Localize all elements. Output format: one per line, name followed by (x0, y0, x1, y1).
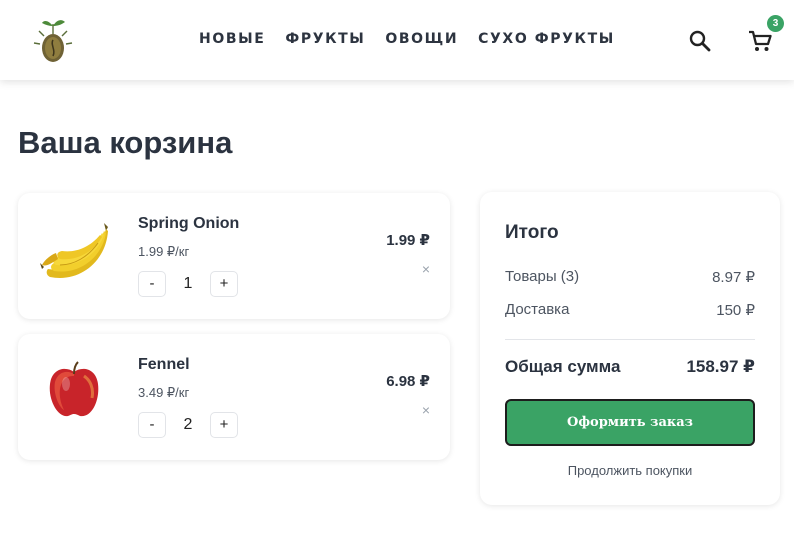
delivery-row: Доставка 150 ₽ (505, 301, 755, 319)
goods-label: Товары (3) (505, 268, 580, 285)
main-nav: НОВЫЕ ФРУКТЫ ОВОЩИ СУХО ФРУКТЫ (199, 31, 615, 47)
summary-divider (505, 339, 755, 340)
cart-icon[interactable] (747, 28, 773, 54)
cart-item: Fennel 3.49 ₽/кг - 2 + 6.98 ₽ × (18, 334, 450, 460)
remove-item-icon[interactable]: × (422, 261, 430, 277)
total-label: Общая сумма (505, 357, 621, 376)
order-summary: Итого Товары (3) 8.97 ₽ Доставка 150 ₽ О… (480, 192, 780, 505)
increase-quantity-button[interactable]: + (210, 271, 238, 297)
logo-icon[interactable] (30, 14, 76, 66)
nav-item-fruits[interactable]: ФРУКТЫ (285, 31, 365, 47)
delivery-value: 150 ₽ (716, 302, 755, 319)
cart-item: Spring Onion 1.99 ₽/кг - 1 + 1.99 ₽ × (18, 193, 450, 319)
banana-image (40, 223, 108, 278)
item-quantity: 2 (183, 416, 193, 433)
delivery-label: Доставка (505, 301, 570, 318)
continue-shopping-link[interactable]: Продолжить покупки (505, 463, 755, 478)
checkout-button[interactable]: Оформить заказ (505, 399, 755, 446)
apple-image (49, 361, 99, 417)
item-name: Spring Onion (138, 215, 240, 232)
item-unit-price: 3.49 ₽/кг (138, 385, 190, 400)
goods-value: 8.97 ₽ (712, 269, 755, 286)
decrease-quantity-button[interactable]: - (138, 412, 166, 438)
item-unit-price: 1.99 ₽/кг (138, 244, 190, 259)
summary-title: Итого (505, 222, 559, 243)
item-quantity: 1 (183, 275, 193, 292)
total-row: Общая сумма 158.97 ₽ (505, 357, 755, 377)
nav-item-dried-fruits[interactable]: СУХО ФРУКТЫ (478, 31, 615, 47)
increase-quantity-button[interactable]: + (210, 412, 238, 438)
nav-item-new[interactable]: НОВЫЕ (199, 31, 265, 47)
nav-item-vegetables[interactable]: ОВОЩИ (385, 31, 458, 47)
goods-row: Товары (3) 8.97 ₽ (505, 268, 755, 286)
cart-count-badge: 3 (767, 15, 784, 32)
item-name: Fennel (138, 356, 190, 373)
total-value: 158.97 ₽ (686, 357, 755, 376)
page-title: Ваша корзина (18, 125, 233, 160)
search-icon[interactable] (687, 28, 713, 54)
decrease-quantity-button[interactable]: - (138, 271, 166, 297)
item-total-price: 6.98 ₽ (386, 373, 430, 390)
item-total-price: 1.99 ₽ (386, 232, 430, 249)
remove-item-icon[interactable]: × (422, 402, 430, 418)
header: НОВЫЕ ФРУКТЫ ОВОЩИ СУХО ФРУКТЫ 3 (0, 0, 794, 80)
